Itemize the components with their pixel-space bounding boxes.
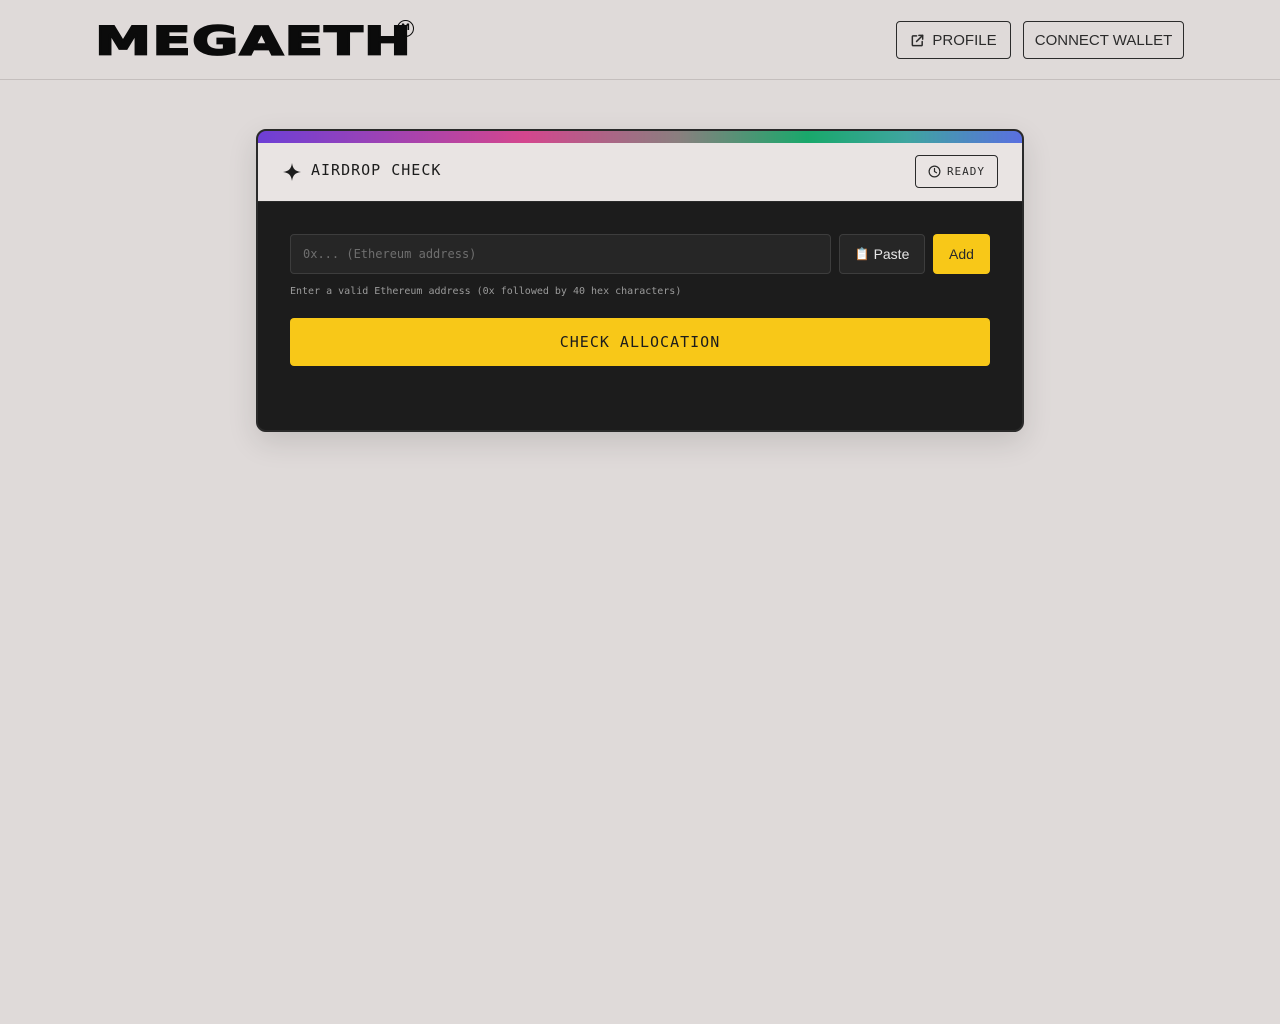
sparkle-icon (283, 163, 301, 181)
clock-icon (928, 165, 941, 178)
address-hint: Enter a valid Ethereum address (0x follo… (290, 286, 682, 297)
check-allocation-button[interactable]: CHECK ALLOCATION (290, 318, 990, 366)
card-title: AIRDROP CHECK (311, 161, 442, 179)
connect-wallet-label: CONNECT WALLET (1034, 31, 1173, 49)
ethereum-address-input[interactable] (290, 234, 831, 274)
page: MEGAETH M PROFILE CONNECT WALLET AIRDROP… (0, 0, 1280, 1024)
status-label: READY (946, 165, 986, 178)
logo-text: MEGAETH (94, 18, 413, 65)
megaeth-logo[interactable]: MEGAETH M (94, 20, 414, 66)
add-button[interactable]: Add (933, 234, 990, 274)
paste-label: Paste (873, 246, 910, 262)
status-badge: READY (915, 155, 998, 188)
logo-mark: M (397, 20, 414, 37)
clipboard-icon: 📋 (854, 247, 870, 261)
connect-wallet-button[interactable]: CONNECT WALLET (1023, 21, 1184, 59)
gradient-stripe (258, 131, 1022, 143)
card-header: AIRDROP CHECK READY (258, 143, 1022, 202)
profile-button[interactable]: PROFILE (896, 21, 1011, 59)
top-header: MEGAETH M PROFILE CONNECT WALLET (0, 0, 1280, 80)
profile-button-label: PROFILE (932, 31, 997, 49)
airdrop-check-card: AIRDROP CHECK READY 📋 Paste Add Enter a … (256, 129, 1024, 432)
external-link-icon (912, 34, 924, 46)
paste-button[interactable]: 📋 Paste (839, 234, 925, 274)
